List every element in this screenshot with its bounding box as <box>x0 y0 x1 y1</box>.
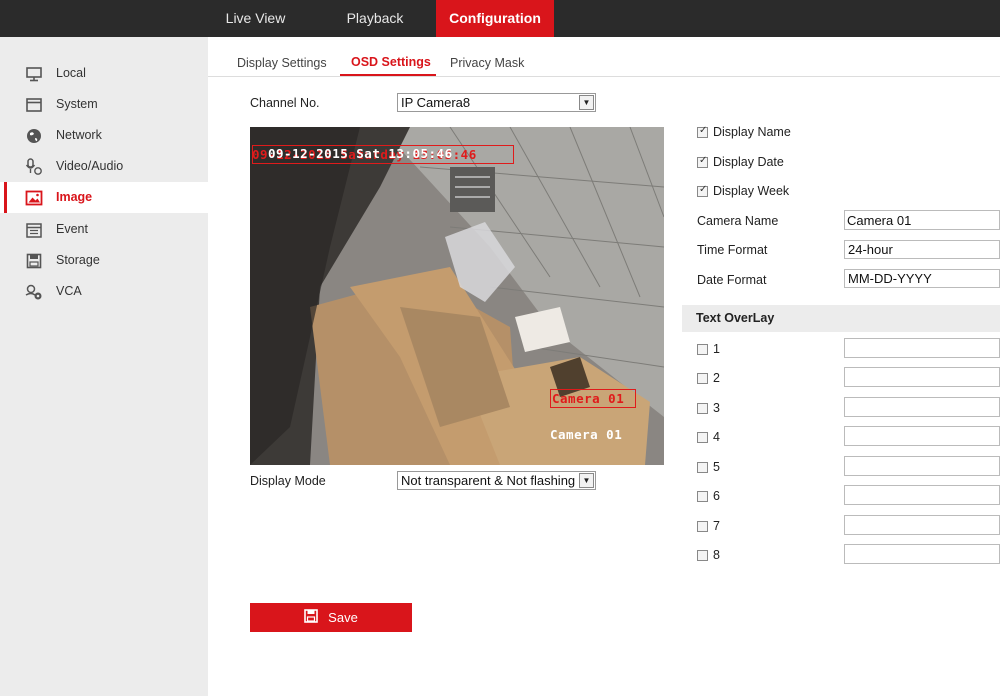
time-format-select[interactable]: 24-hour <box>844 240 1000 259</box>
top-navigation-bar: Live View Playback Configuration <box>0 0 1000 37</box>
sidebar-item-label: Local <box>56 66 86 80</box>
overlay-7-input[interactable] <box>844 515 1000 535</box>
sidebar-item-label: VCA <box>56 284 82 298</box>
nav-playback[interactable]: Playback <box>325 0 425 37</box>
overlay-7-checkbox[interactable] <box>697 521 708 532</box>
date-format-label: Date Format <box>697 273 767 287</box>
sidebar-item-vca[interactable]: VCA <box>0 276 208 307</box>
sidebar: Local System Network Video/Audio Image E… <box>0 37 208 696</box>
calendar-icon <box>25 221 43 239</box>
overlay-7-label: 7 <box>713 519 720 533</box>
sidebar-item-local[interactable]: Local <box>0 58 208 89</box>
overlay-5-checkbox[interactable] <box>697 462 708 473</box>
overlay-2-checkbox[interactable] <box>697 373 708 384</box>
overlay-1-input[interactable] <box>844 338 1000 358</box>
nav-live-view[interactable]: Live View <box>208 0 303 37</box>
sidebar-item-image[interactable]: Image <box>0 182 208 213</box>
sidebar-item-label: Storage <box>56 253 100 267</box>
chevron-down-icon: ▼ <box>579 473 594 488</box>
floppy-icon <box>304 609 318 626</box>
monitor-icon <box>25 65 43 83</box>
active-tab-indicator <box>340 74 436 76</box>
overlay-1-checkbox[interactable] <box>697 344 708 355</box>
display-week-label: Display Week <box>713 184 790 198</box>
window-icon <box>25 96 43 114</box>
display-date-checkbox[interactable] <box>697 155 708 168</box>
text-overlay-heading: Text OverLay <box>682 305 1000 332</box>
overlay-6-label: 6 <box>713 489 720 503</box>
save-button[interactable]: Save <box>250 603 412 632</box>
display-date-label: Display Date <box>713 155 784 169</box>
display-name-label: Display Name <box>713 125 791 139</box>
osd-date-text: 09-12-2015 Sat 13:05:46 <box>268 146 453 161</box>
date-format-value: MM-DD-YYYY <box>848 271 932 286</box>
overlay-5-label: 5 <box>713 460 720 474</box>
overlay-2-label: 2 <box>713 371 720 385</box>
sidebar-item-label: System <box>56 97 98 111</box>
display-mode-value: Not transparent & Not flashing <box>401 473 576 488</box>
sidebar-item-system[interactable]: System <box>0 89 208 120</box>
channel-select[interactable]: IP Camera8 ▼ <box>397 93 596 112</box>
display-week-checkbox[interactable] <box>697 184 708 197</box>
sidebar-item-label: Video/Audio <box>56 159 124 173</box>
sidebar-item-label: Event <box>56 222 88 236</box>
osd-name-text-overlap: Camera 01 <box>552 391 625 406</box>
overlay-4-label: 4 <box>713 430 720 444</box>
sidebar-item-label: Network <box>56 128 102 142</box>
sub-tabs: Display Settings OSD Settings Privacy Ma… <box>208 37 1000 77</box>
overlay-2-input[interactable] <box>844 367 1000 387</box>
vca-icon <box>25 283 43 301</box>
sidebar-item-storage[interactable]: Storage <box>0 245 208 276</box>
overlay-3-label: 3 <box>713 401 720 415</box>
chevron-down-icon: ▼ <box>579 95 594 110</box>
camera-name-input[interactable] <box>844 210 1000 230</box>
time-format-value: 24-hour <box>848 242 893 257</box>
sidebar-item-event[interactable]: Event <box>0 214 208 245</box>
overlay-3-input[interactable] <box>844 397 1000 417</box>
display-mode-select[interactable]: Not transparent & Not flashing ▼ <box>397 471 596 490</box>
image-icon <box>25 189 43 207</box>
overlay-8-input[interactable] <box>844 544 1000 564</box>
overlay-1-label: 1 <box>713 342 720 356</box>
overlay-4-checkbox[interactable] <box>697 432 708 443</box>
date-format-select[interactable]: MM-DD-YYYY <box>844 269 1000 288</box>
overlay-6-checkbox[interactable] <box>697 491 708 502</box>
globe-icon <box>25 127 43 145</box>
display-name-checkbox[interactable] <box>697 125 708 138</box>
tab-privacy-mask[interactable]: Privacy Mask <box>450 56 524 70</box>
display-mode-label: Display Mode <box>250 474 326 488</box>
time-format-label: Time Format <box>697 243 768 257</box>
video-preview[interactable]: 09-12-2015 Saturday 13:05:46 09-12-2015 … <box>250 127 664 465</box>
overlay-8-label: 8 <box>713 548 720 562</box>
channel-select-value: IP Camera8 <box>401 95 471 110</box>
overlay-4-input[interactable] <box>844 426 1000 446</box>
sidebar-item-network[interactable]: Network <box>0 120 208 151</box>
overlay-3-checkbox[interactable] <box>697 403 708 414</box>
channel-label: Channel No. <box>250 96 320 110</box>
microphone-icon <box>25 158 43 176</box>
overlay-8-checkbox[interactable] <box>697 550 708 561</box>
sidebar-item-label: Image <box>56 190 93 204</box>
osd-name-text: Camera 01 <box>550 427 623 442</box>
overlay-5-input[interactable] <box>844 456 1000 476</box>
nav-configuration[interactable]: Configuration <box>436 0 554 37</box>
save-button-label: Save <box>328 610 358 625</box>
tab-osd-settings[interactable]: OSD Settings <box>351 55 431 69</box>
camera-name-label: Camera Name <box>697 214 779 228</box>
disk-icon <box>25 252 43 270</box>
camera-scene <box>250 127 664 465</box>
overlay-6-input[interactable] <box>844 485 1000 505</box>
tab-display-settings[interactable]: Display Settings <box>237 56 327 70</box>
sidebar-item-video-audio[interactable]: Video/Audio <box>0 151 208 182</box>
